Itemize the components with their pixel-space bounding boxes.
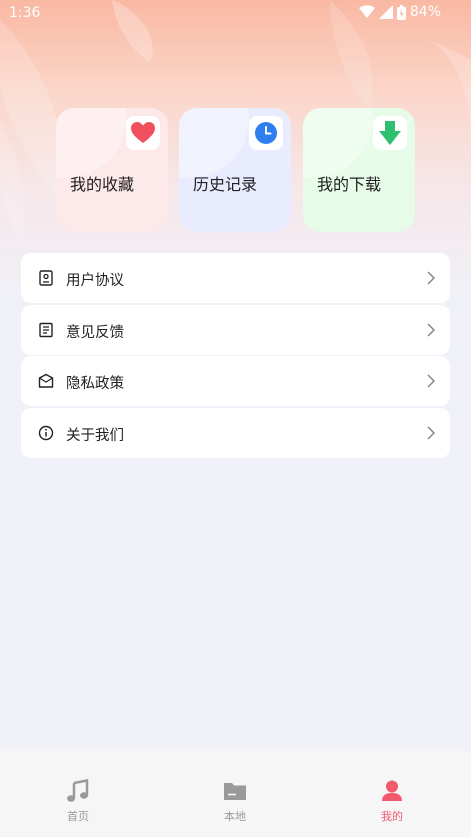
info-icon bbox=[38, 425, 54, 441]
user-icon bbox=[382, 780, 402, 801]
wifi-icon bbox=[358, 5, 375, 18]
history-icon-box bbox=[249, 116, 283, 150]
status-time: 1:36 bbox=[9, 5, 41, 21]
nav-label-local: 本地 bbox=[224, 810, 246, 823]
nav-item-mine[interactable]: 我的 bbox=[362, 779, 422, 824]
cell-signal-icon bbox=[378, 5, 393, 19]
history-card-label: 历史记录 bbox=[193, 175, 258, 194]
menu-item-about-us[interactable]: 关于我们 bbox=[21, 408, 450, 458]
nav-item-home[interactable]: 首页 bbox=[48, 779, 108, 824]
menu-label-feedback: 意见反馈 bbox=[66, 325, 124, 341]
chevron-right-icon bbox=[427, 426, 436, 440]
favorites-card[interactable]: 我的收藏 bbox=[56, 108, 168, 232]
status-bar: 1:36 84% bbox=[0, 0, 471, 26]
favorites-card-label: 我的收藏 bbox=[70, 175, 135, 194]
agreement-icon bbox=[39, 270, 53, 286]
battery-icon bbox=[396, 4, 406, 20]
battery-percent: 84% bbox=[409, 4, 441, 20]
history-card[interactable]: 历史记录 bbox=[179, 108, 291, 232]
clock-icon bbox=[255, 122, 277, 144]
chevron-right-icon bbox=[427, 271, 436, 285]
menu-item-user-agreement[interactable]: 用户协议 bbox=[21, 253, 450, 303]
heart-icon bbox=[131, 122, 155, 143]
download-arrow-icon bbox=[379, 121, 401, 145]
downloads-icon-box bbox=[373, 116, 407, 150]
music-note-icon bbox=[67, 779, 89, 802]
nav-label-mine: 我的 bbox=[381, 810, 403, 823]
feedback-icon bbox=[39, 322, 53, 338]
menu-label-about-us: 关于我们 bbox=[66, 428, 124, 444]
menu-label-user-agreement: 用户协议 bbox=[66, 273, 124, 289]
downloads-card[interactable]: 我的下载 bbox=[303, 108, 415, 232]
chevron-right-icon bbox=[427, 374, 436, 388]
privacy-icon bbox=[38, 373, 54, 388]
folder-icon bbox=[224, 783, 246, 800]
menu-item-privacy-policy[interactable]: 隐私政策 bbox=[21, 356, 450, 406]
chevron-right-icon bbox=[427, 323, 436, 337]
menu-label-privacy-policy: 隐私政策 bbox=[66, 376, 124, 392]
bottom-nav: 首页 本地 我的 bbox=[0, 751, 471, 837]
menu-item-feedback[interactable]: 意见反馈 bbox=[21, 305, 450, 355]
downloads-card-label: 我的下载 bbox=[317, 175, 382, 194]
nav-item-local[interactable]: 本地 bbox=[205, 779, 265, 824]
nav-label-home: 首页 bbox=[67, 810, 89, 823]
favorites-icon-box bbox=[126, 116, 160, 150]
status-icons: 84% bbox=[358, 4, 441, 20]
